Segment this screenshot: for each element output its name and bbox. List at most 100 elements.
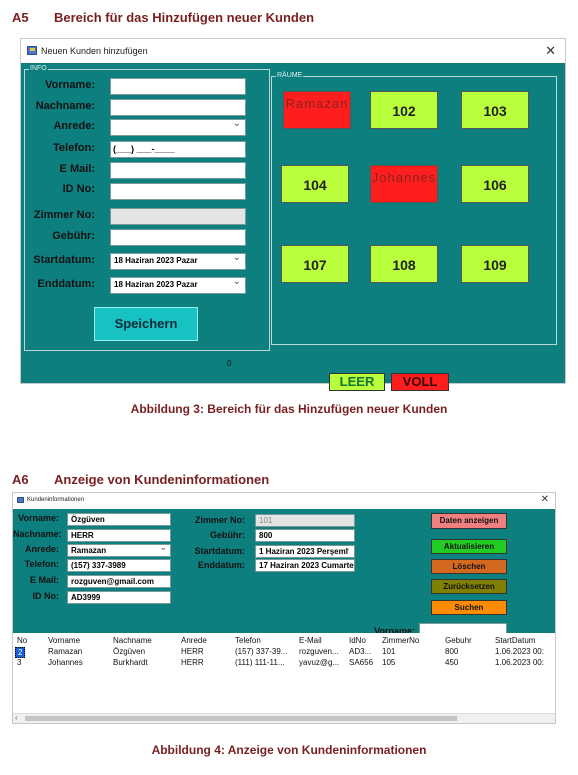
room-101-button[interactable]: Ramazan	[283, 91, 351, 129]
table-cell[interactable]: Özgüven	[113, 647, 145, 656]
vorname-field[interactable]	[110, 78, 246, 95]
anrede-label: Anrede:	[24, 544, 59, 554]
legend-busy: VOLL	[391, 373, 449, 391]
title-bar: Kundeninformationen ✕	[13, 493, 555, 509]
table-cell[interactable]: Johannes	[48, 658, 83, 667]
form-area: Vorname: Özgüven Nachname: HERR Anrede: …	[13, 509, 555, 636]
table-cell[interactable]: rozguven...	[299, 647, 339, 656]
zimmerno-field	[110, 208, 246, 225]
telefon-field[interactable]: (___) ___-____	[110, 141, 246, 158]
nachname-field[interactable]: HERR	[67, 529, 171, 542]
customer-table[interactable]: No Vorname Nachname Anrede Telefon E-Mai…	[13, 633, 555, 723]
anrede-dropdown[interactable]: Ramazan	[67, 544, 171, 557]
table-cell[interactable]: AD3...	[349, 647, 371, 656]
email-field[interactable]	[110, 162, 246, 179]
gebuehr-label: Gebühr:	[210, 530, 245, 540]
save-button[interactable]: Speichern	[94, 307, 198, 341]
column-header[interactable]: StartDatum	[495, 636, 535, 645]
table-cell[interactable]: SA656	[349, 658, 373, 667]
zimmerno-label: Zimmer No:	[33, 209, 95, 221]
table-cell[interactable]: Burkhardt	[113, 658, 148, 667]
anrede-dropdown[interactable]	[110, 119, 246, 136]
table-cell[interactable]: (111) 111-11...	[235, 658, 285, 667]
telefon-field[interactable]: (157) 337-3989	[67, 559, 171, 572]
telefon-label: Telefon:	[53, 142, 95, 154]
column-header[interactable]: No	[17, 636, 27, 645]
figure-3-caption: Abbildung 3: Bereich für das Hinzufügen …	[130, 402, 448, 416]
startdatum-picker[interactable]: 18 Haziran 2023 Pazar	[110, 253, 246, 270]
gebuehr-label: Gebühr:	[52, 230, 95, 242]
zimmerno-label: Zimmer No:	[194, 515, 245, 525]
email-label: E Mail:	[59, 163, 95, 175]
room-103-button[interactable]: 103	[461, 91, 529, 129]
update-button[interactable]: Aktualisieren	[431, 539, 507, 554]
startdatum-label: Startdatum:	[194, 546, 245, 556]
form-area: INFO Vorname: Nachname: Anrede: Telefon:…	[21, 63, 565, 391]
search-button[interactable]: Suchen	[431, 600, 507, 615]
window-title: Kundeninformationen	[27, 497, 85, 503]
column-header[interactable]: IdNo	[349, 636, 366, 645]
table-cell[interactable]: 2	[15, 647, 26, 658]
vorname-field[interactable]: Özgüven	[67, 513, 171, 526]
startdatum-label: Startdatum:	[33, 254, 95, 266]
rooms-group-caption: RÄUME	[276, 71, 304, 81]
figure-4-caption: Abbildung 4: Anzeige von Kundeninformati…	[151, 743, 427, 757]
scrollbar-thumb[interactable]	[25, 716, 457, 721]
section-number: A5	[12, 10, 29, 25]
horizontal-scrollbar[interactable]: ‹	[13, 713, 555, 723]
column-header[interactable]: Telefon	[235, 636, 261, 645]
startdatum-picker[interactable]: 1 Haziran 2023 Perşeml	[255, 545, 355, 558]
room-109-button[interactable]: 109	[461, 245, 529, 283]
close-icon[interactable]: ✕	[545, 43, 556, 59]
table-cell[interactable]: 3	[17, 658, 21, 667]
nachname-field[interactable]	[110, 99, 246, 116]
table-row[interactable]: 2 Ramazan Özgüven HERR (157) 337-39... r…	[13, 647, 555, 658]
idno-label: ID No:	[32, 591, 60, 601]
table-cell[interactable]: HERR	[181, 658, 204, 667]
table-cell[interactable]: 1.06.2023 00:	[495, 658, 544, 667]
gebuehr-field[interactable]	[110, 229, 246, 246]
show-data-button[interactable]: Daten anzeigen	[431, 513, 507, 529]
enddatum-picker[interactable]: 17 Haziran 2023 Cumarte	[255, 559, 355, 572]
app-icon	[27, 46, 37, 55]
table-cell[interactable]: 105	[382, 658, 395, 667]
reset-button[interactable]: Zurücksetzen	[431, 579, 507, 594]
nachname-label: Nachname:	[35, 100, 95, 112]
table-row[interactable]: 3 Johannes Burkhardt HERR (111) 111-11..…	[13, 658, 555, 668]
column-header[interactable]: Anrede	[181, 636, 207, 645]
section-a6-heading: A6 Anzeige von Kundeninformationen	[12, 472, 269, 487]
table-cell[interactable]: Ramazan	[48, 647, 82, 656]
scroll-left-icon[interactable]: ‹	[15, 713, 18, 722]
room-104-button[interactable]: 104	[281, 165, 349, 203]
counter-label: 0	[227, 359, 232, 368]
enddatum-label: Enddatum:	[37, 278, 95, 290]
room-107-button[interactable]: 107	[281, 245, 349, 283]
enddatum-picker[interactable]: 18 Haziran 2023 Pazar	[110, 277, 246, 294]
column-header[interactable]: Nachname	[113, 636, 152, 645]
table-cell[interactable]: 101	[382, 647, 395, 656]
table-cell[interactable]: 1.06.2023 00:	[495, 647, 544, 656]
table-cell[interactable]: 450	[445, 658, 458, 667]
column-header[interactable]: Gebuhr	[445, 636, 472, 645]
table-cell[interactable]: (157) 337-39...	[235, 647, 287, 656]
table-header: No Vorname Nachname Anrede Telefon E-Mai…	[13, 636, 555, 646]
email-field[interactable]: rozguven@gmail.com	[67, 575, 171, 588]
gebuehr-field[interactable]: 800	[255, 529, 355, 542]
room-105-button[interactable]: Johannes	[370, 165, 438, 203]
info-group-caption: INFO	[29, 64, 48, 74]
column-header[interactable]: ZimmerNo	[382, 636, 419, 645]
table-cell[interactable]: yavuz@g...	[299, 658, 339, 667]
enddatum-label: Enddatum:	[198, 560, 245, 570]
room-106-button[interactable]: 106	[461, 165, 529, 203]
table-cell[interactable]: 800	[445, 647, 458, 656]
idno-field[interactable]	[110, 183, 246, 200]
idno-field[interactable]: AD3999	[67, 591, 171, 604]
column-header[interactable]: Vorname	[48, 636, 80, 645]
room-102-button[interactable]: 102	[370, 91, 438, 129]
customer-info-window: Kundeninformationen ✕ Vorname: Özgüven N…	[12, 492, 556, 724]
close-icon[interactable]: ✕	[541, 494, 549, 505]
table-cell[interactable]: HERR	[181, 647, 204, 656]
room-108-button[interactable]: 108	[370, 245, 438, 283]
column-header[interactable]: E-Mail	[299, 636, 322, 645]
delete-button[interactable]: Löschen	[431, 559, 507, 574]
